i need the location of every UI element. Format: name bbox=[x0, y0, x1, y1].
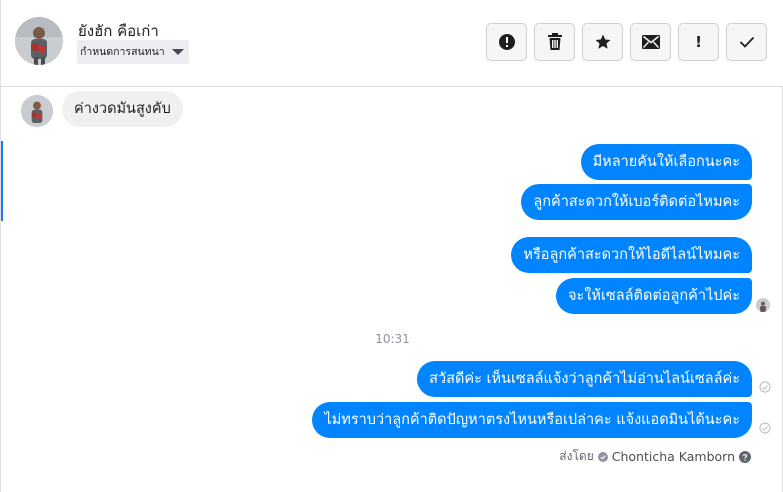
report-spam-button[interactable] bbox=[486, 23, 527, 61]
mark-unread-button[interactable] bbox=[630, 23, 671, 61]
sent-by-label: ส่งโดย bbox=[559, 449, 594, 463]
exclamation-icon: ! bbox=[695, 32, 702, 51]
incoming-message[interactable]: ค่างวดมันสูงคับ bbox=[62, 91, 183, 127]
delete-button[interactable] bbox=[534, 23, 575, 61]
outgoing-message[interactable]: ลูกค้าสะดวกให้เบอร์ติดต่อไหมคะ bbox=[521, 184, 752, 220]
mark-done-button[interactable] bbox=[726, 23, 767, 61]
caret-down-icon bbox=[171, 49, 184, 55]
trash-icon bbox=[547, 33, 562, 50]
conversation-label-text: กำหนดการสนทนา bbox=[80, 46, 165, 58]
help-icon[interactable] bbox=[739, 450, 751, 463]
follow-up-button[interactable]: ! bbox=[678, 23, 719, 61]
check-icon bbox=[739, 36, 754, 48]
message-timestamp: 10:31 bbox=[375, 332, 410, 346]
sender-avatar[interactable] bbox=[21, 95, 53, 127]
read-receipt-avatar bbox=[756, 298, 770, 312]
thread-header: ยังฮัก คือเก่า กำหนดการสนทนา ! bbox=[1, 0, 783, 87]
delivered-check-icon bbox=[759, 381, 771, 393]
sent-by-info: ส่งโดย Chonticha Kamborn bbox=[559, 447, 751, 466]
delivered-check-icon bbox=[759, 422, 771, 434]
outgoing-message[interactable]: จะให้เซลล์ติดต่อลูกค้าไปค่ะ bbox=[556, 278, 752, 314]
outgoing-message[interactable]: หรือลูกค้าสะดวกให้ไอดีไลน์ไหมคะ bbox=[511, 237, 752, 273]
star-icon bbox=[595, 34, 610, 49]
outgoing-message[interactable]: มีหลายคันให้เลือกนะคะ bbox=[580, 144, 752, 180]
alert-circle-icon bbox=[498, 34, 515, 50]
outgoing-message[interactable]: สวัสดีค่ะ เห็นเซลล์แจ้งว่าลูกค้าไม่อ่านไ… bbox=[417, 361, 752, 397]
star-button[interactable] bbox=[582, 23, 623, 61]
check-circle-icon bbox=[597, 451, 608, 462]
envelope-icon bbox=[641, 35, 660, 49]
thread-action-toolbar: ! bbox=[486, 23, 767, 61]
messenger-thread-panel: ยังฮัก คือเก่า กำหนดการสนทนา ! ค่างวดมัน… bbox=[0, 0, 783, 492]
message-list[interactable]: ค่างวดมันสูงคับ มีหลายคันให้เลือกนะคะ ลู… bbox=[1, 88, 783, 492]
scroll-indicator bbox=[1, 141, 3, 221]
conversation-label-dropdown[interactable]: กำหนดการสนทนา bbox=[77, 40, 189, 64]
contact-avatar[interactable] bbox=[15, 17, 63, 65]
sent-by-agent-name[interactable]: Chonticha Kamborn bbox=[612, 449, 735, 464]
outgoing-message[interactable]: ไม่ทราบว่าลูกค้าติดปัญหาตรงไหนหรือเปล่าค… bbox=[312, 402, 752, 438]
